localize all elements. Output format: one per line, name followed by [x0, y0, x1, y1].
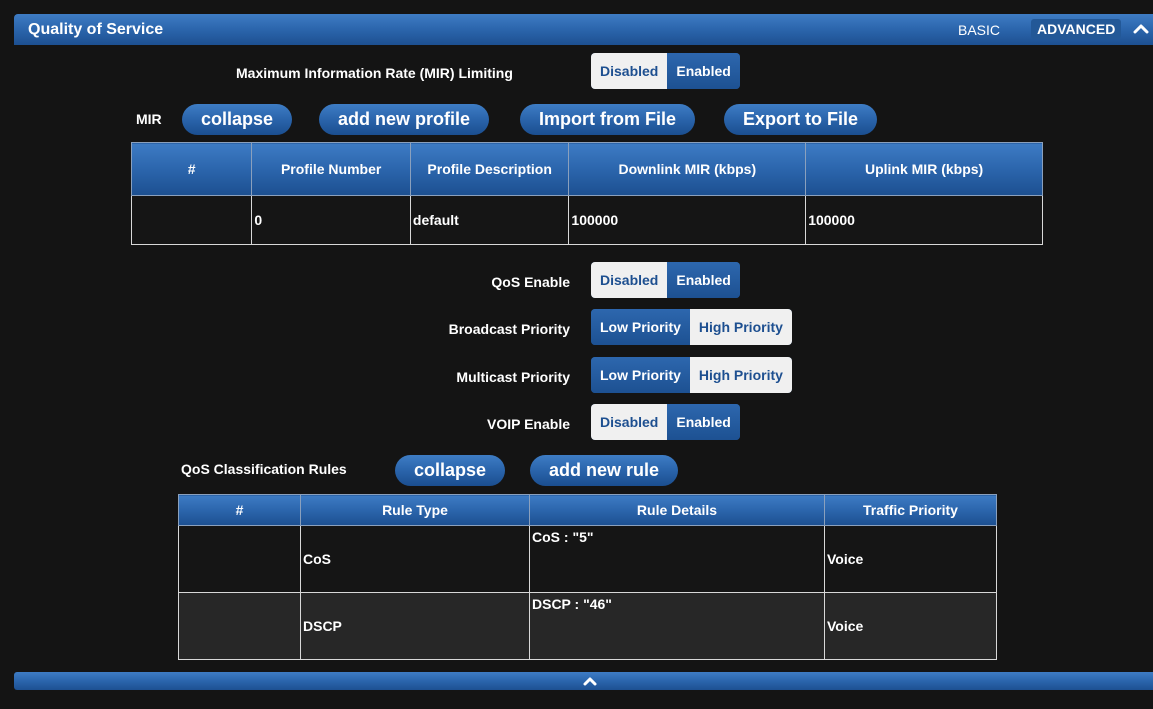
cell-downlink-mir: 100000 — [568, 195, 807, 245]
voip-enable-toggle[interactable]: Disabled Enabled — [591, 404, 740, 440]
section-header: Quality of Service BASIC ADVANCED — [14, 14, 1153, 45]
column-header-rule-type[interactable]: Rule Type — [300, 494, 530, 526]
mir-limiting-disabled-option[interactable]: Disabled — [591, 53, 668, 89]
basic-mode-link[interactable]: BASIC — [958, 22, 1000, 38]
chevron-up-icon[interactable] — [1131, 20, 1151, 38]
section-title: Quality of Service — [28, 21, 164, 38]
cell-index — [178, 525, 301, 593]
cell-rule-details: DSCP : "46" — [529, 592, 825, 660]
cell-profile-description: default — [409, 195, 570, 245]
qos-enabled-option[interactable]: Enabled — [667, 262, 740, 298]
mir-limiting-label: Maximum Information Rate (MIR) Limiting — [236, 65, 513, 81]
section-footer[interactable] — [14, 672, 1153, 690]
multicast-high-priority-option[interactable]: High Priority — [689, 357, 792, 393]
import-from-file-button[interactable]: Import from File — [520, 104, 696, 135]
qos-enable-label: QoS Enable — [491, 274, 570, 290]
cell-index — [130, 195, 253, 245]
chevron-up-icon[interactable] — [582, 674, 598, 688]
cell-traffic-priority: Voice — [824, 592, 997, 660]
qos-disabled-option[interactable]: Disabled — [591, 262, 668, 298]
cell-rule-type: CoS — [300, 525, 530, 593]
cell-rule-type: DSCP — [300, 592, 530, 660]
broadcast-low-priority-option[interactable]: Low Priority — [591, 309, 690, 345]
mir-collapse-button[interactable]: collapse — [182, 104, 293, 135]
broadcast-priority-label: Broadcast Priority — [448, 321, 570, 337]
qos-enable-toggle[interactable]: Disabled Enabled — [591, 262, 740, 298]
column-header-traffic-priority[interactable]: Traffic Priority — [824, 494, 997, 526]
multicast-priority-label: Multicast Priority — [456, 369, 570, 385]
column-header-index[interactable]: # — [178, 494, 301, 526]
voip-enable-label: VOIP Enable — [487, 416, 570, 432]
rules-collapse-button[interactable]: collapse — [395, 455, 506, 486]
column-header-uplink-mir[interactable]: Uplink MIR (kbps) — [805, 142, 1043, 196]
add-new-profile-button[interactable]: add new profile — [319, 104, 490, 135]
qos-classification-rules-label: QoS Classification Rules — [181, 461, 347, 477]
table-row[interactable]: DSCP DSCP : "46" Voice — [178, 592, 997, 660]
column-header-index[interactable]: # — [130, 142, 253, 196]
broadcast-priority-toggle[interactable]: Low Priority High Priority — [591, 309, 792, 345]
export-to-file-button[interactable]: Export to File — [724, 104, 878, 135]
column-header-downlink-mir[interactable]: Downlink MIR (kbps) — [568, 142, 807, 196]
table-header-row: # Rule Type Rule Details Traffic Priorit… — [178, 494, 997, 526]
column-header-profile-number[interactable]: Profile Number — [251, 142, 411, 196]
mir-profiles-table: # Profile Number Profile Description Dow… — [130, 142, 1043, 245]
table-row[interactable]: CoS CoS : "5" Voice — [178, 525, 997, 593]
voip-enabled-option[interactable]: Enabled — [667, 404, 740, 440]
cell-uplink-mir: 100000 — [805, 195, 1043, 245]
qos-rules-table: # Rule Type Rule Details Traffic Priorit… — [178, 494, 997, 660]
advanced-mode-link[interactable]: ADVANCED — [1031, 19, 1122, 39]
cell-traffic-priority: Voice — [824, 525, 997, 593]
mir-limiting-enabled-option[interactable]: Enabled — [667, 53, 740, 89]
voip-disabled-option[interactable]: Disabled — [591, 404, 668, 440]
add-new-rule-button[interactable]: add new rule — [530, 455, 679, 486]
table-row[interactable]: 0 default 100000 100000 — [130, 195, 1043, 245]
cell-index — [178, 592, 301, 660]
broadcast-high-priority-option[interactable]: High Priority — [689, 309, 792, 345]
column-header-profile-description[interactable]: Profile Description — [409, 142, 570, 196]
cell-rule-details: CoS : "5" — [529, 525, 825, 593]
table-header-row: # Profile Number Profile Description Dow… — [130, 142, 1043, 196]
cell-profile-number: 0 — [251, 195, 411, 245]
column-header-rule-details[interactable]: Rule Details — [529, 494, 825, 526]
multicast-low-priority-option[interactable]: Low Priority — [591, 357, 690, 393]
mir-limiting-toggle[interactable]: Disabled Enabled — [591, 53, 740, 89]
mir-label: MIR — [136, 111, 162, 127]
multicast-priority-toggle[interactable]: Low Priority High Priority — [591, 357, 792, 393]
